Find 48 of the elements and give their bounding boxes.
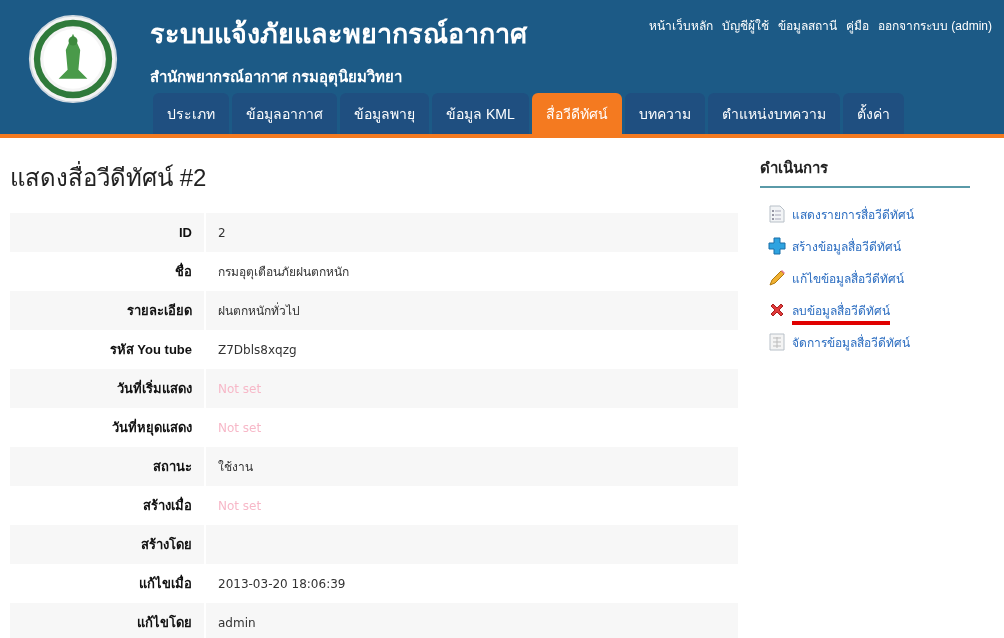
- nav-tab[interactable]: ข้อมูลพายุ: [340, 93, 429, 134]
- operations-heading: ดำเนินการ: [760, 156, 970, 188]
- site-subtitle: สำนักพยากรณ์อากาศ กรมอุตุนิยมวิทยา: [150, 67, 404, 89]
- field-label: รหัส You tube: [108, 341, 193, 359]
- emblem-logo-icon: [28, 14, 118, 104]
- field-label: วันที่หยุดแสดง: [111, 417, 193, 438]
- top-nav-link[interactable]: หน้าเว็บหลัก: [649, 16, 713, 35]
- document-grid-icon: [768, 333, 786, 351]
- field-label: ID: [178, 225, 193, 240]
- operation-link[interactable]: สร้างข้อมูลสื่อวีดีทัศน์: [792, 236, 901, 256]
- document-list-icon: [768, 205, 786, 223]
- field-value: Not set: [218, 381, 262, 396]
- plus-icon: [768, 237, 786, 255]
- field-label: รายละเอียด: [126, 302, 193, 320]
- top-nav-link[interactable]: คู่มือ: [846, 16, 869, 35]
- site-title: ระบบแจ้งภัยและพยากรณ์อากาศ: [150, 17, 527, 51]
- field-value: Not set: [218, 420, 262, 435]
- top-nav-link[interactable]: ออกจากระบบ (admin): [878, 16, 992, 35]
- field-value: 2013-03-20 18:06:39: [218, 576, 346, 591]
- field-label: แก้ไขโดย: [136, 614, 193, 632]
- top-nav-link[interactable]: ข้อมูลสถานี: [778, 16, 837, 35]
- operation-link[interactable]: แสดงรายการสื่อวีดีทัศน์: [792, 204, 914, 224]
- field-label: ชื่อ: [174, 261, 193, 281]
- nav-tab[interactable]: ประเภท: [153, 93, 229, 134]
- field-value: กรมอุตุเตือนภัยฝนตกหนัก: [218, 264, 349, 281]
- nav-tab[interactable]: ข้อมูลอากาศ: [232, 93, 337, 134]
- field-label: วันที่เริ่มแสดง: [116, 378, 193, 398]
- field-value: Z7Dbls8xqzg: [218, 342, 297, 357]
- field-value: admin: [218, 615, 256, 630]
- field-value: ใช้งาน: [218, 459, 253, 476]
- pencil-icon: [768, 269, 786, 287]
- field-label: สร้างโดย: [140, 536, 193, 554]
- nav-tab[interactable]: ตั้งค่า: [842, 93, 904, 134]
- nav-tab[interactable]: ข้อมูล KML: [432, 93, 529, 134]
- field-label: แก้ไขเมื่อ: [138, 573, 193, 593]
- page-title: แสดงสื่อวีดีทัศน์ #2: [10, 158, 738, 197]
- cross-icon: [768, 301, 786, 319]
- top-nav-link[interactable]: บัญชีผู้ใช้: [722, 16, 769, 35]
- field-value: Not set: [218, 498, 262, 513]
- field-label: สร้างเมื่อ: [142, 495, 193, 515]
- operation-link[interactable]: จัดการข้อมูลสื่อวีดีทัศน์: [792, 332, 910, 352]
- field-label: สถานะ: [152, 458, 193, 476]
- nav-tab[interactable]: ตำแหน่งบทความ: [707, 93, 840, 134]
- operation-link[interactable]: ลบข้อมูลสื่อวีดีทัศน์: [792, 301, 890, 325]
- operation-link[interactable]: แก้ไขข้อมูลสื่อวีดีทัศน์: [792, 268, 904, 288]
- field-value: 2: [218, 225, 226, 240]
- field-value: ฝนตกหนักทั่วไป: [218, 301, 300, 320]
- nav-tab[interactable]: บทความ: [624, 93, 705, 134]
